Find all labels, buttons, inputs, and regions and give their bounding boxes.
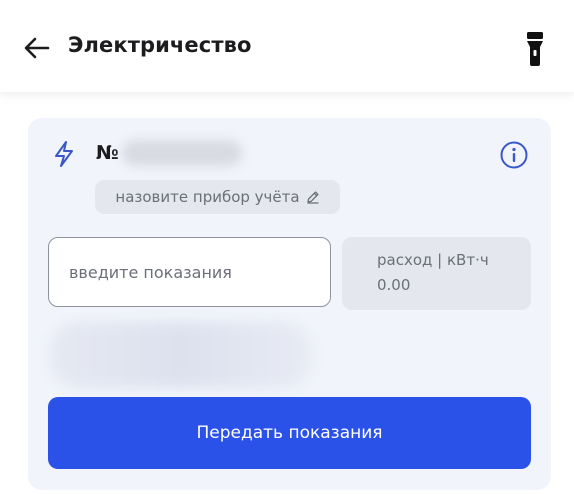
consumption-box: расход | кВт·ч 0.00 (342, 237, 531, 310)
flashlight-button[interactable] (523, 31, 547, 67)
meter-name-label: назовите прибор учёта (115, 188, 300, 206)
meter-number-prefix: № (96, 142, 119, 164)
page-title: Электричество (68, 33, 252, 57)
pencil-icon (306, 191, 319, 204)
back-button[interactable] (22, 34, 52, 62)
app-header: Электричество (0, 0, 574, 92)
lightning-bolt-icon (55, 141, 73, 167)
redacted-info (50, 322, 312, 388)
meter-number-redacted (122, 140, 242, 166)
info-icon (500, 141, 528, 169)
meter-name-chip[interactable]: назовите прибор учёта (95, 180, 340, 214)
consumption-label: расход | кВт·ч (377, 251, 489, 269)
info-button[interactable] (499, 140, 529, 170)
reading-input[interactable] (48, 237, 331, 307)
arrow-left-icon (24, 37, 50, 59)
flashlight-icon (527, 32, 543, 66)
consumption-value: 0.00 (377, 276, 411, 294)
submit-readings-button[interactable]: Передать показания (48, 397, 531, 469)
